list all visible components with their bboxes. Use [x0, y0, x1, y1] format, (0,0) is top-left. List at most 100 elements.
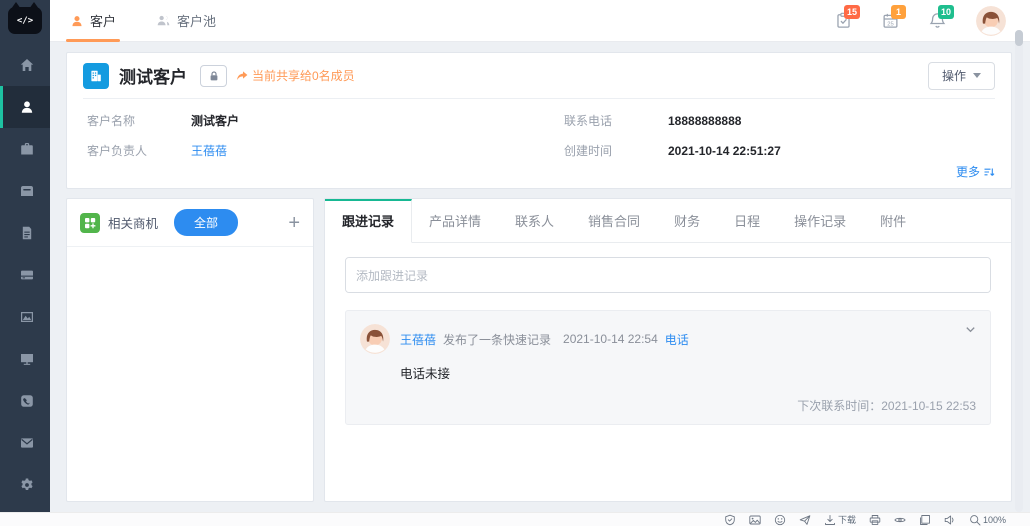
- mail-icon: [19, 435, 35, 451]
- sound-button[interactable]: [944, 514, 956, 526]
- tab-attachments[interactable]: 附件: [863, 199, 923, 242]
- related-opportunities-panel: 相关商机 全部 +: [66, 198, 314, 502]
- record-type-link[interactable]: 电话: [665, 331, 689, 348]
- bell-notification[interactable]: 10: [929, 12, 946, 29]
- chart-image-icon: [19, 309, 35, 325]
- svg-text:25: 25: [887, 21, 893, 27]
- add-followup-input[interactable]: [345, 257, 991, 293]
- rocket-button[interactable]: [799, 514, 811, 526]
- sidebar-item-billing[interactable]: [0, 254, 50, 296]
- tab-contacts[interactable]: 联系人: [498, 199, 571, 242]
- emoji-icon: [774, 514, 786, 526]
- sidebar: </>: [0, 0, 50, 512]
- more-link[interactable]: 更多: [956, 163, 995, 180]
- frame-icon: [919, 514, 931, 526]
- caret-down-icon: [973, 73, 981, 78]
- all-filter-button[interactable]: 全部: [174, 209, 238, 236]
- tasks-badge: 15: [844, 5, 860, 19]
- scrollbar-thumb[interactable]: [1015, 30, 1023, 46]
- zoom-control[interactable]: 100%: [969, 514, 1006, 526]
- opportunity-grid-icon: [80, 213, 100, 233]
- home-icon: [19, 57, 35, 73]
- record-avatar: [360, 324, 390, 354]
- page-scrollbar[interactable]: [1015, 30, 1023, 512]
- chevron-down-icon: [964, 323, 977, 336]
- shield-button[interactable]: [724, 514, 736, 526]
- owner-link[interactable]: 王蓓蓓: [191, 142, 227, 159]
- field-phone: 联系电话 18888888888: [564, 112, 995, 129]
- sidebar-item-document[interactable]: [0, 212, 50, 254]
- user-icon: [70, 14, 84, 28]
- detail-tabs: 跟进记录 产品详情 联系人 销售合同 财务 日程 操作记录 附件: [325, 199, 1011, 243]
- cat-logo-icon: </>: [8, 7, 42, 34]
- emoji-button[interactable]: [774, 514, 786, 526]
- tab-product-details[interactable]: 产品详情: [412, 199, 498, 242]
- opportunities-empty-body: [67, 247, 313, 501]
- topbar-right: 15 25 1 10: [835, 6, 1006, 36]
- tab-sales-contracts[interactable]: 销售合同: [571, 199, 657, 242]
- tab-schedule[interactable]: 日程: [717, 199, 777, 242]
- bell-badge: 10: [938, 5, 954, 19]
- page-title: 测试客户: [119, 63, 187, 88]
- customer-building-icon: [83, 63, 109, 89]
- rocket-icon: [799, 514, 811, 526]
- gear-icon: [19, 477, 35, 493]
- tasks-notification[interactable]: 15: [835, 12, 852, 29]
- field-customer-name: 客户名称 测试客户: [87, 112, 518, 129]
- calendar-badge: 1: [891, 5, 906, 19]
- sidebar-item-inbox[interactable]: [0, 170, 50, 212]
- download-label: 下载: [838, 513, 856, 526]
- record-content: 电话未接: [400, 363, 976, 382]
- share-arrow-icon: [236, 70, 248, 82]
- phone-icon: [19, 393, 35, 409]
- fullscreen-button[interactable]: [919, 514, 931, 526]
- user-avatar[interactable]: [976, 6, 1006, 36]
- status-bar: 下载 100%: [0, 512, 1030, 526]
- briefcase-icon: [19, 141, 35, 157]
- avatar-image: [976, 6, 1006, 36]
- collapse-record-button[interactable]: [964, 323, 977, 336]
- preview-button[interactable]: [894, 514, 906, 526]
- sort-expand-icon: [983, 166, 995, 178]
- sidebar-item-mail[interactable]: [0, 422, 50, 464]
- sidebar-item-report[interactable]: [0, 296, 50, 338]
- sidebar-item-phone[interactable]: [0, 380, 50, 422]
- add-opportunity-button[interactable]: +: [288, 213, 300, 233]
- topbar: 客户 客户池 15 25 1 10: [50, 0, 1030, 42]
- share-text: 当前共享给0名成员: [252, 67, 355, 84]
- action-button[interactable]: 操作: [928, 62, 995, 90]
- document-icon: [19, 225, 35, 241]
- tab-finance[interactable]: 财务: [657, 199, 717, 242]
- record-time: 2021-10-14 22:54: [563, 332, 658, 346]
- lock-icon: [208, 70, 220, 82]
- speaker-icon: [944, 514, 956, 526]
- top-tab-customers[interactable]: 客户: [70, 0, 116, 42]
- card-icon: [19, 267, 35, 283]
- printer-icon: [869, 514, 881, 526]
- zoom-level: 100%: [983, 515, 1006, 525]
- sidebar-item-settings[interactable]: [0, 464, 50, 506]
- record-next-contact: 下次联系时间：2021-10-15 22:53: [360, 397, 976, 414]
- tab-followup-records[interactable]: 跟进记录: [325, 199, 412, 243]
- top-tab-customer-pool[interactable]: 客户池: [156, 0, 216, 42]
- image-button[interactable]: [749, 514, 761, 526]
- detail-panel: 跟进记录 产品详情 联系人 销售合同 财务 日程 操作记录 附件: [324, 198, 1012, 502]
- sidebar-item-monitor[interactable]: [0, 338, 50, 380]
- sidebar-item-home[interactable]: [0, 44, 50, 86]
- user-icon: [19, 99, 35, 115]
- top-tab-label: 客户池: [177, 11, 216, 30]
- print-button[interactable]: [869, 514, 881, 526]
- eye-icon: [894, 514, 906, 526]
- sidebar-item-customers[interactable]: [0, 86, 50, 128]
- sidebar-item-business[interactable]: [0, 128, 50, 170]
- app-logo[interactable]: </>: [8, 0, 42, 44]
- share-link[interactable]: 当前共享给0名成员: [236, 67, 355, 84]
- customer-fields: 客户名称 测试客户 联系电话 18888888888 客户负责人 王蓓蓓 创建时…: [83, 99, 995, 160]
- record-user-link[interactable]: 王蓓蓓: [400, 331, 436, 348]
- download-button[interactable]: 下载: [824, 513, 856, 526]
- field-created-time: 创建时间 2021-10-14 22:51:27: [564, 142, 995, 159]
- lock-button[interactable]: [200, 65, 227, 87]
- calendar-notification[interactable]: 25 1: [882, 12, 899, 29]
- shield-icon: [724, 514, 736, 526]
- tab-operation-log[interactable]: 操作记录: [777, 199, 863, 242]
